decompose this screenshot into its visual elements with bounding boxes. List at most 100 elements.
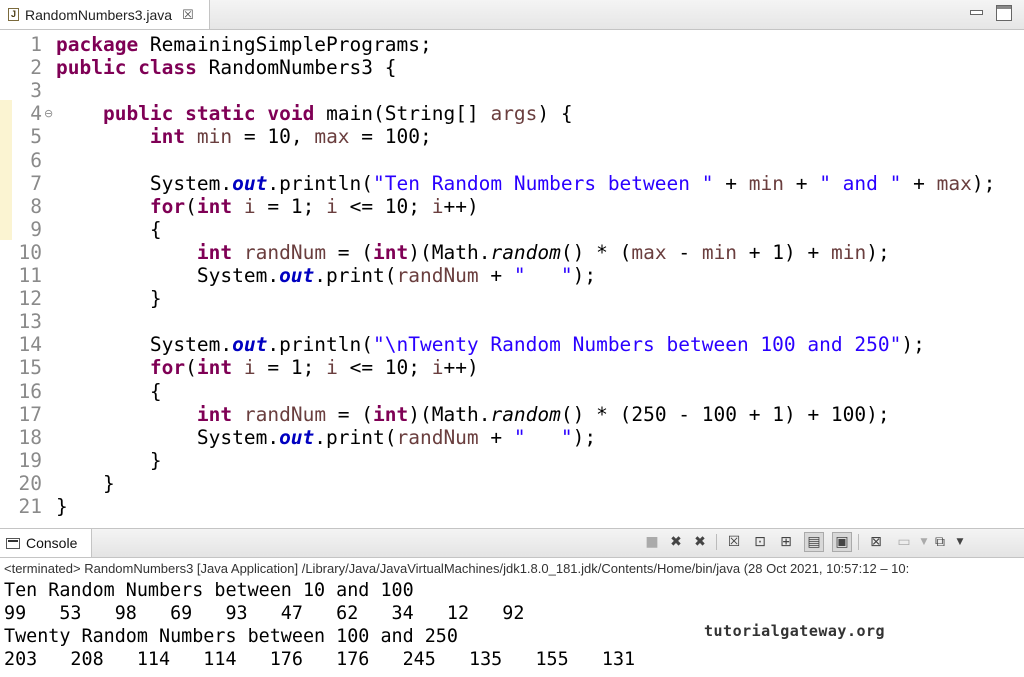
code-token: .println(: [267, 333, 374, 357]
maximize-editor-button[interactable]: [996, 5, 1012, 21]
code-token: }: [56, 471, 115, 495]
code-line: 12 }: [0, 287, 1024, 310]
code-text: {: [56, 380, 162, 403]
code-token: +: [783, 171, 820, 195]
code-token: randNum: [396, 425, 479, 449]
code-token: int: [196, 194, 233, 218]
clear-console-icon[interactable]: ☒: [724, 532, 744, 552]
toolbar-separator: [858, 534, 859, 550]
code-token: public: [102, 102, 174, 126]
terminate-button[interactable]: ■: [642, 532, 662, 552]
code-token: int: [373, 240, 409, 264]
editor-tab-label: RandomNumbers3.java: [25, 6, 173, 23]
show-on-error-icon[interactable]: ▣: [832, 532, 852, 552]
console-output-line: Ten Random Numbers between 10 and 100: [4, 580, 414, 601]
code-token: " ": [513, 264, 573, 287]
code-token: }: [56, 287, 162, 311]
code-token: random: [490, 402, 561, 426]
minimize-editor-button[interactable]: [968, 5, 984, 21]
tab-console[interactable]: Console: [0, 529, 92, 557]
scroll-lock-icon[interactable]: ⊡: [750, 532, 770, 552]
watermark-text: tutorialgateway.org: [704, 622, 886, 640]
code-token: i: [431, 356, 444, 380]
remove-launch-icon[interactable]: ✖: [666, 532, 686, 552]
line-number: 12: [18, 287, 42, 311]
code-text: System.out.print(randNum + " ");: [56, 426, 596, 449]
console-output-line: 203 208 114 114 176 176 245 135 155 131: [4, 649, 636, 670]
code-line: 10 int randNum = (int)(Math.random() * (…: [0, 241, 1024, 264]
line-number: 11: [18, 264, 42, 287]
console-output-line: 99 53 98 69 93 47 62 34 12 92: [4, 603, 525, 624]
code-token: class: [138, 56, 197, 80]
line-number: 1: [30, 33, 42, 56]
code-token: {: [56, 379, 162, 403]
line-number: 2: [30, 56, 42, 80]
show-on-output-icon[interactable]: ▤: [804, 532, 824, 552]
pin-console-icon[interactable]: ⊠: [866, 532, 886, 552]
code-token: randNum: [396, 264, 479, 287]
remove-all-terminated-icon[interactable]: ✖: [690, 532, 710, 552]
code-line: 18 System.out.print(randNum + " ");: [0, 426, 1024, 449]
code-line: 9 {: [0, 218, 1024, 241]
chevron-down-icon[interactable]: ▼: [950, 532, 970, 552]
line-number: 19: [18, 448, 42, 472]
code-token: }: [56, 495, 68, 518]
line-number: 9: [30, 217, 42, 241]
code-text: int randNum = (int)(Math.random() * (250…: [56, 403, 890, 426]
line-number: 18: [18, 425, 42, 449]
code-text: for(int i = 1; i <= 10; i++): [56, 195, 479, 218]
code-line: 3: [0, 79, 1024, 102]
line-number: 6: [30, 148, 42, 172]
code-editor[interactable]: 1 package RemainingSimplePrograms; 2 public…: [0, 30, 1024, 520]
word-wrap-icon[interactable]: ⊞: [776, 532, 796, 552]
code-token: RemainingSimplePrograms;: [138, 33, 432, 56]
code-token: out: [232, 171, 268, 195]
code-token: -: [666, 240, 702, 264]
code-line: 2 public class RandomNumbers3 {: [0, 56, 1024, 79]
code-line: 17 int randNum = (int)(Math.random() * (…: [0, 403, 1024, 426]
code-token: }: [56, 448, 162, 472]
console-process-label: <terminated> RandomNumbers3 [Java Applic…: [4, 561, 910, 576]
code-token: System.: [56, 264, 280, 287]
code-token: );: [901, 333, 925, 357]
code-token: max: [936, 171, 972, 195]
code-token: i: [243, 356, 256, 380]
line-number: 20: [18, 471, 42, 495]
code-token: RandomNumbers3 {: [196, 56, 397, 80]
code-token: System.: [56, 333, 233, 357]
code-token: "Ten Random Numbers between ": [373, 171, 714, 195]
code-token: min: [701, 240, 738, 264]
code-token: = 1;: [255, 194, 327, 218]
open-console-icon[interactable]: ⧉: [930, 532, 950, 552]
code-token: );: [971, 171, 996, 195]
fold-collapse-icon[interactable]: ⊖: [44, 102, 53, 125]
code-token: ) {: [537, 102, 573, 126]
console-tab-label: Console: [26, 535, 78, 551]
code-token: +: [713, 171, 749, 195]
code-token: min: [748, 171, 784, 195]
editor-tab-randomnumbers3[interactable]: J RandomNumbers3.java ☒: [0, 0, 210, 29]
line-number: 5: [30, 125, 42, 149]
close-tab-icon[interactable]: ☒: [182, 7, 194, 23]
code-line: 14 System.out.println("\nTwenty Random N…: [0, 333, 1024, 356]
console-icon: [6, 537, 20, 549]
code-line: 5 int min = 10, max = 100;: [0, 125, 1024, 148]
code-token: package: [56, 33, 139, 56]
display-selected-console-icon[interactable]: ▭: [894, 532, 914, 552]
code-token: <= 10;: [337, 194, 432, 218]
code-token: +: [478, 264, 514, 287]
code-token: = 10,: [232, 125, 315, 149]
code-token: for: [149, 194, 186, 218]
line-number: 4: [30, 102, 42, 126]
code-line: 11 System.out.print(randNum + " ");: [0, 264, 1024, 287]
code-line: 13: [0, 310, 1024, 333]
code-token: i: [243, 194, 256, 218]
code-token: randNum: [243, 240, 327, 264]
code-text: public class RandomNumbers3 {: [56, 56, 397, 79]
